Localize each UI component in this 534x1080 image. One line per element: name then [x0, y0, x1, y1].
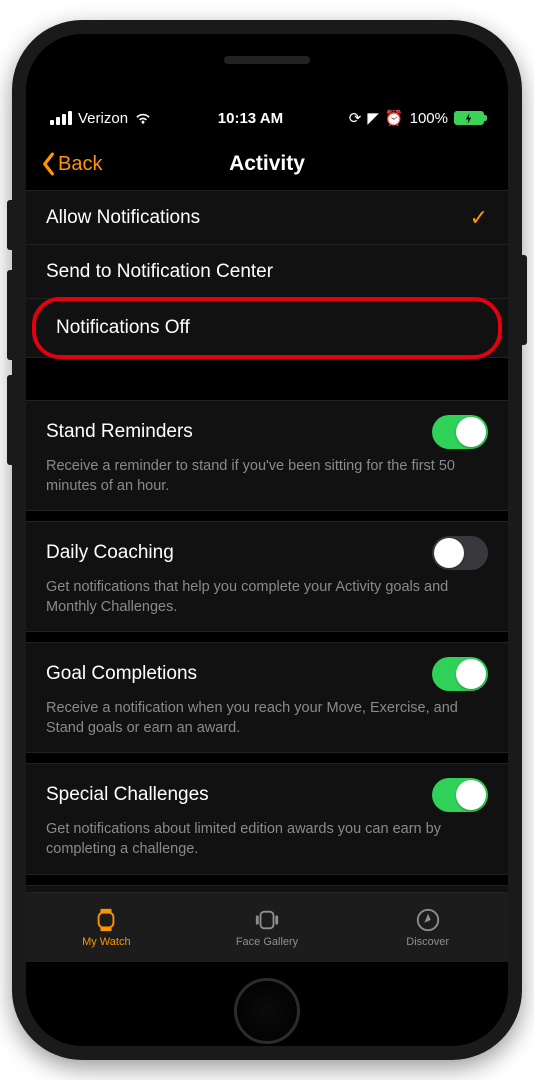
notif-allow-label: Allow Notifications — [46, 207, 200, 229]
compass-icon — [414, 907, 442, 933]
home-button[interactable] — [234, 978, 300, 1044]
daily-coaching-title: Daily Coaching — [46, 542, 174, 564]
stand-reminders-row[interactable]: Stand Reminders — [26, 401, 508, 455]
special-challenges-row[interactable]: Special Challenges — [26, 764, 508, 818]
screen: Verizon 10:13 AM ⟳ ◤ ⏰ 100% Back Activit… — [26, 34, 508, 1046]
tab-discover[interactable]: Discover — [347, 893, 508, 962]
wifi-icon — [134, 111, 152, 125]
side-button-2 — [7, 375, 12, 465]
alarm-icon: ⏰ — [385, 109, 404, 127]
tab-my-watch[interactable]: My Watch — [26, 893, 187, 962]
stand-reminders-title: Stand Reminders — [46, 421, 193, 443]
side-button — [522, 255, 527, 345]
goal-completions-title: Goal Completions — [46, 663, 197, 685]
back-button[interactable]: Back — [40, 152, 102, 176]
tab-bar: My Watch Face Gallery Discover — [26, 892, 508, 962]
check-icon: ✓ — [470, 205, 488, 231]
stand-reminders-section: Stand Reminders Receive a reminder to st… — [26, 400, 508, 511]
signal-icon — [50, 111, 72, 125]
watch-icon — [92, 907, 120, 933]
tab-face-gallery-label: Face Gallery — [236, 936, 298, 948]
notif-allow-row[interactable]: Allow Notifications ✓ — [26, 191, 508, 245]
back-label: Back — [58, 153, 102, 176]
tab-face-gallery[interactable]: Face Gallery — [187, 893, 348, 962]
earpiece — [224, 56, 310, 64]
goal-completions-toggle[interactable] — [432, 657, 488, 691]
special-challenges-section: Special Challenges Get notifications abo… — [26, 763, 508, 874]
notification-mode-group: Allow Notifications ✓ Send to Notificati… — [26, 190, 508, 358]
notif-off-row[interactable]: Notifications Off — [36, 301, 498, 355]
tab-discover-label: Discover — [406, 936, 449, 948]
nav-bar: Back Activity — [26, 148, 508, 190]
battery-icon — [454, 111, 484, 125]
annotation-highlight: Notifications Off — [32, 297, 502, 359]
battery-pct: 100% — [410, 110, 448, 127]
goal-completions-section: Goal Completions Receive a notification … — [26, 642, 508, 753]
notif-send-center-label: Send to Notification Center — [46, 261, 273, 283]
special-challenges-desc: Get notifications about limited edition … — [26, 818, 508, 873]
chevron-left-icon — [40, 152, 56, 176]
phone-frame: Verizon 10:13 AM ⟳ ◤ ⏰ 100% Back Activit… — [12, 20, 522, 1060]
tab-my-watch-label: My Watch — [82, 936, 131, 948]
settings-content[interactable]: Allow Notifications ✓ Send to Notificati… — [26, 190, 508, 892]
special-challenges-toggle[interactable] — [432, 778, 488, 812]
daily-coaching-desc: Get notifications that help you complete… — [26, 576, 508, 631]
activity-sharing-row[interactable]: Activity Sharing Notifications — [26, 886, 508, 893]
goal-completions-row[interactable]: Goal Completions — [26, 643, 508, 697]
rotation-lock-icon: ⟳ — [349, 109, 362, 127]
notif-off-label: Notifications Off — [56, 317, 190, 339]
daily-coaching-row[interactable]: Daily Coaching — [26, 522, 508, 576]
notif-send-center-row[interactable]: Send to Notification Center — [26, 245, 508, 299]
daily-coaching-section: Daily Coaching Get notifications that he… — [26, 521, 508, 632]
goal-completions-desc: Receive a notification when you reach yo… — [26, 697, 508, 752]
group-spacer — [26, 358, 508, 400]
daily-coaching-toggle[interactable] — [432, 536, 488, 570]
status-bar: Verizon 10:13 AM ⟳ ◤ ⏰ 100% — [26, 88, 508, 148]
location-icon: ◤ — [367, 109, 379, 127]
special-challenges-title: Special Challenges — [46, 784, 209, 806]
stand-reminders-toggle[interactable] — [432, 415, 488, 449]
status-time: 10:13 AM — [218, 110, 283, 127]
face-gallery-icon — [253, 907, 281, 933]
carrier-label: Verizon — [78, 110, 128, 127]
stand-reminders-desc: Receive a reminder to stand if you've be… — [26, 455, 508, 510]
activity-sharing-section: Activity Sharing Notifications — [26, 885, 508, 893]
